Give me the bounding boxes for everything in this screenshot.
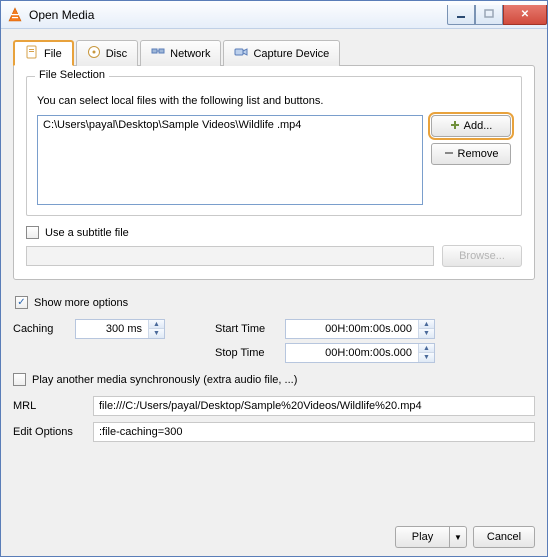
stop-time-spinner[interactable]: 00H:00m:00s.000 ▲▼ xyxy=(285,343,435,363)
caching-label: Caching xyxy=(13,323,75,335)
chevron-down-icon[interactable]: ▼ xyxy=(419,329,434,338)
tab-file-label: File xyxy=(44,48,62,60)
remove-button[interactable]: Remove xyxy=(431,143,511,165)
file-icon xyxy=(25,45,39,62)
capture-icon xyxy=(234,45,248,62)
more-options-section: ✓ Show more options Caching 300 ms ▲▼ St… xyxy=(13,288,535,448)
plus-icon xyxy=(450,120,460,133)
mrl-field[interactable]: file:///C:/Users/payal/Desktop/Sample%20… xyxy=(93,396,535,416)
cancel-button[interactable]: Cancel xyxy=(473,526,535,548)
titlebar[interactable]: Open Media ✕ xyxy=(1,1,547,29)
open-media-window: Open Media ✕ File Disc Network Capture D… xyxy=(0,0,548,557)
mrl-label: MRL xyxy=(13,400,93,412)
tab-disc[interactable]: Disc xyxy=(76,40,138,66)
start-time-spinner[interactable]: 00H:00m:00s.000 ▲▼ xyxy=(285,319,435,339)
stop-time-label: Stop Time xyxy=(215,347,285,359)
maximize-button[interactable] xyxy=(475,5,503,25)
chevron-up-icon[interactable]: ▲ xyxy=(149,320,164,329)
file-list[interactable]: C:\Users\payal\Desktop\Sample Videos\Wil… xyxy=(37,115,423,205)
start-time-label: Start Time xyxy=(215,323,285,335)
stop-time-value: 00H:00m:00s.000 xyxy=(286,347,418,359)
subtitle-path-field xyxy=(26,246,434,266)
chevron-down-icon[interactable]: ▼ xyxy=(419,353,434,362)
file-panel: File Selection You can select local file… xyxy=(13,65,535,280)
chevron-up-icon[interactable]: ▲ xyxy=(419,320,434,329)
network-icon xyxy=(151,45,165,62)
tab-network[interactable]: Network xyxy=(140,40,221,66)
edit-options-label: Edit Options xyxy=(13,426,93,438)
file-selection-title: File Selection xyxy=(35,69,109,81)
add-button[interactable]: Add... xyxy=(431,115,511,137)
file-selection-hint: You can select local files with the foll… xyxy=(37,95,511,107)
disc-icon xyxy=(87,45,101,62)
start-time-value: 00H:00m:00s.000 xyxy=(286,323,418,335)
window-title: Open Media xyxy=(29,8,94,22)
window-controls: ✕ xyxy=(447,5,547,25)
tab-disc-label: Disc xyxy=(106,48,127,60)
chevron-down-icon[interactable]: ▼ xyxy=(149,329,164,338)
browse-button: Browse... xyxy=(442,245,522,267)
subtitle-checkbox-label: Use a subtitle file xyxy=(45,227,129,239)
app-icon xyxy=(7,7,23,23)
caching-spinner[interactable]: 300 ms ▲▼ xyxy=(75,319,165,339)
file-selection-group: File Selection You can select local file… xyxy=(26,76,522,216)
edit-options-field[interactable]: :file-caching=300 xyxy=(93,422,535,442)
client-area: File Disc Network Capture Device File Se… xyxy=(1,29,547,556)
browse-button-label: Browse... xyxy=(459,250,505,262)
bottom-bar: Play ▼ Cancel xyxy=(13,516,535,548)
play-button-label: Play xyxy=(412,531,433,543)
cancel-button-label: Cancel xyxy=(487,531,521,543)
tab-capture[interactable]: Capture Device xyxy=(223,40,340,66)
tab-capture-label: Capture Device xyxy=(253,48,329,60)
show-more-label: Show more options xyxy=(34,297,128,309)
tab-file[interactable]: File xyxy=(13,40,74,66)
tab-bar: File Disc Network Capture Device xyxy=(13,39,535,65)
play-sync-checkbox[interactable] xyxy=(13,373,26,386)
play-sync-label: Play another media synchronously (extra … xyxy=(32,374,297,386)
show-more-checkbox[interactable]: ✓ xyxy=(15,296,28,309)
add-button-label: Add... xyxy=(464,120,493,132)
caching-value: 300 ms xyxy=(76,323,148,335)
file-list-item[interactable]: C:\Users\payal\Desktop\Sample Videos\Wil… xyxy=(43,119,417,131)
minus-icon xyxy=(444,148,454,161)
play-button[interactable]: Play ▼ xyxy=(395,526,467,548)
close-button[interactable]: ✕ xyxy=(503,5,547,25)
play-dropdown-icon[interactable]: ▼ xyxy=(449,526,467,548)
subtitle-checkbox[interactable] xyxy=(26,226,39,239)
minimize-button[interactable] xyxy=(447,5,475,25)
chevron-up-icon[interactable]: ▲ xyxy=(419,344,434,353)
tab-network-label: Network xyxy=(170,48,210,60)
remove-button-label: Remove xyxy=(458,148,499,160)
